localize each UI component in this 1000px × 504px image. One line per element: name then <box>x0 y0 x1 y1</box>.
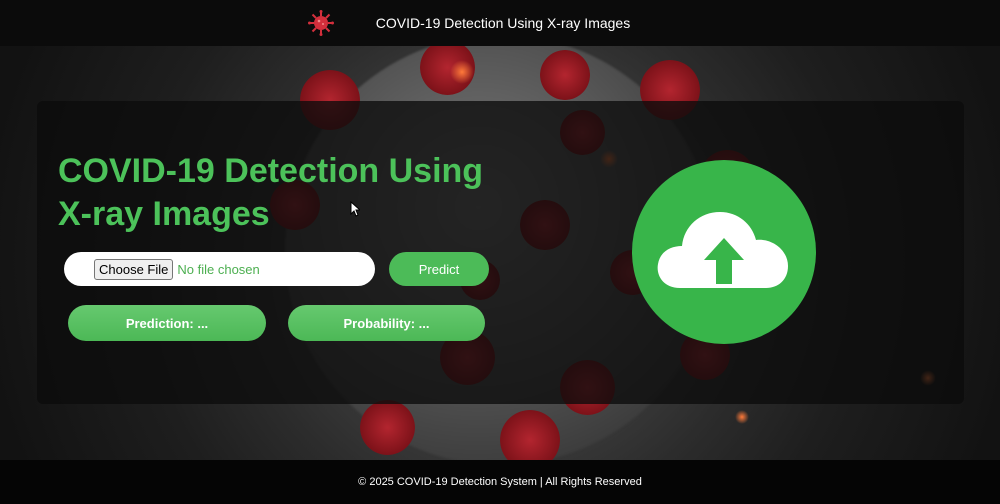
file-input[interactable]: Choose File No file chosen <box>64 252 375 286</box>
probability-result: Probability: ... <box>288 305 485 341</box>
cloud-upload-icon <box>657 212 788 288</box>
predict-button[interactable]: Predict <box>389 252 489 286</box>
upload-circle[interactable] <box>632 160 816 344</box>
file-status-text: No file chosen <box>177 261 260 277</box>
virus-icon <box>307 10 334 36</box>
top-navbar: COVID-19 Detection Using X-ray Images <box>0 0 1000 46</box>
mouse-cursor-icon <box>350 201 360 217</box>
choose-file-button[interactable]: Choose File <box>94 258 174 280</box>
prediction-result: Prediction: ... <box>68 305 266 341</box>
footer-text: © 2025 COVID-19 Detection System | All R… <box>358 476 642 488</box>
footer: © 2025 COVID-19 Detection System | All R… <box>0 460 1000 504</box>
navbar-title: COVID-19 Detection Using X-ray Images <box>375 15 631 31</box>
page-title: COVID-19 Detection Using X-ray Images <box>58 152 484 233</box>
